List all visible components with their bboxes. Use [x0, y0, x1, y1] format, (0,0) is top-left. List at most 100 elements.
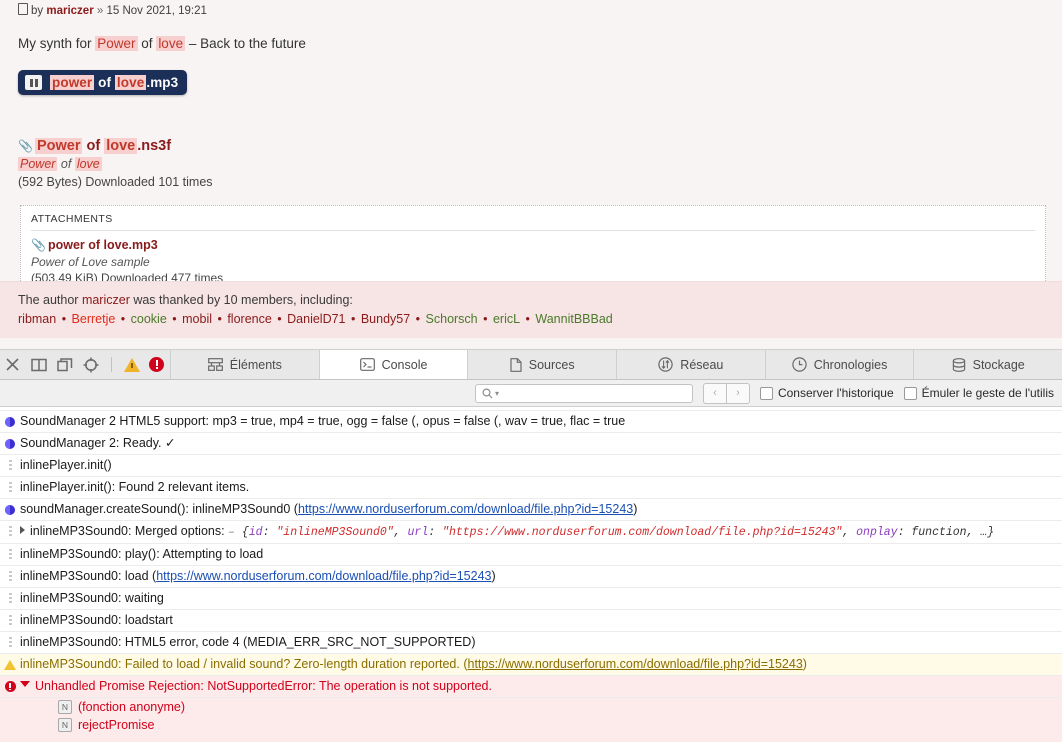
console-row[interactable]: inlineMP3Sound0: play(): Attempting to l…: [0, 544, 1062, 566]
tab-sources[interactable]: Sources: [467, 350, 617, 379]
console-message-text: ): [802, 657, 807, 671]
post-highlight-power: Power: [95, 36, 138, 51]
storage-icon: [952, 357, 966, 372]
console-row[interactable]: inlinePlayer.init(): [0, 455, 1062, 477]
elements-icon: [207, 358, 223, 371]
tab-lments[interactable]: Éléments: [170, 350, 319, 379]
dock-bottom-icon[interactable]: [56, 356, 73, 373]
thanks-separator: •: [479, 312, 491, 326]
console-row[interactable]: Unhandled Promise Rejection: NotSupporte…: [0, 676, 1062, 698]
console-url-link[interactable]: https://www.norduserforum.com/download/f…: [468, 657, 803, 671]
row-gutter: [0, 610, 20, 631]
tab-chronologies[interactable]: Chronologies: [764, 350, 914, 379]
console-row[interactable]: inlineMP3Sound0: Failed to load / invali…: [0, 654, 1062, 676]
stack-frame-row[interactable]: NrejectPromise: [0, 716, 1062, 734]
inline-comment-hl-love: love: [74, 157, 102, 171]
tab-stockage[interactable]: Stockage: [913, 350, 1062, 379]
sources-icon: [510, 357, 522, 372]
attachment-filename-text: power of love.mp3: [47, 238, 158, 252]
console-message-text: inlineMP3Sound0: waiting: [20, 591, 164, 605]
warning-count-icon[interactable]: [124, 357, 140, 372]
console-message: soundManager.createSound(): inlineMP3Sou…: [20, 499, 647, 520]
player-highlight-love: love: [114, 75, 147, 90]
row-gutter: [0, 588, 20, 609]
dock-right-icon[interactable]: [30, 356, 47, 373]
console-message: inlineMP3Sound0: Merged options: – {id: …: [20, 521, 1004, 543]
console-row[interactable]: SoundManager 2: Ready. ✓: [0, 433, 1062, 455]
tab-label: Éléments: [229, 357, 282, 372]
inline-attachment-hl-love: love: [104, 138, 138, 154]
inline-attachment-meta: (592 Bytes) Downloaded 101 times: [18, 175, 213, 189]
console-row[interactable]: inlineMP3Sound0: Merged options: – {id: …: [0, 521, 1062, 544]
post-by-label: by: [31, 5, 44, 17]
thanks-member-link[interactable]: Schorsch: [426, 312, 478, 326]
post-highlight-love: love: [156, 36, 186, 51]
thanks-member-link[interactable]: florence: [227, 312, 271, 326]
info-icon: [5, 416, 15, 427]
web-inspector: Éléments Console Sources Réseau Chronologies…: [0, 350, 1062, 749]
console-url-link[interactable]: https://www.norduserforum.com/download/f…: [156, 569, 491, 583]
player-track-title: power of love .mp3: [50, 75, 178, 90]
console-message-text: inlineMP3Sound0: HTML5 error, code 4 (ME…: [20, 635, 476, 649]
thanks-member-link[interactable]: WannitBBBad: [535, 312, 612, 326]
search-prev-button[interactable]: ‹: [702, 382, 726, 404]
post-text-mid: of: [137, 36, 157, 51]
thanks-member-link[interactable]: DanielD71: [287, 312, 345, 326]
thanks-member-link[interactable]: Bundy57: [361, 312, 410, 326]
console-message-text: ): [633, 502, 638, 516]
thanks-member-link[interactable]: cookie: [131, 312, 167, 326]
tab-rseau[interactable]: Réseau: [616, 350, 765, 379]
log-icon: [8, 637, 12, 648]
collapse-triangle-icon[interactable]: [20, 681, 30, 687]
thanks-member-link[interactable]: ericL: [493, 312, 520, 326]
console-row[interactable]: inlineMP3Sound0: HTML5 error, code 4 (ME…: [0, 632, 1062, 654]
tab-console[interactable]: Console: [318, 350, 468, 379]
expand-triangle-icon[interactable]: [20, 526, 25, 534]
thanks-member-link[interactable]: mobil: [182, 312, 212, 326]
row-gutter: [0, 521, 20, 542]
console-message: SoundManager 2 HTML5 support: mp3 = true…: [20, 411, 635, 432]
search-next-button[interactable]: ›: [725, 382, 750, 404]
post-author-link[interactable]: mariczer: [46, 5, 93, 17]
console-row[interactable]: inlineMP3Sound0: load (https://www.nordu…: [0, 566, 1062, 588]
warning-icon: [4, 659, 16, 670]
preserve-log-checkbox[interactable]: Conserver l'historique: [759, 386, 894, 400]
emulate-gesture-label: Émuler le geste de l'utilis: [921, 386, 1054, 400]
post-date: 15 Nov 2021, 19:21: [106, 5, 207, 17]
pause-icon[interactable]: [25, 75, 42, 90]
stack-frame-row[interactable]: N (fonction anonyme): [0, 698, 1062, 716]
log-icon: [8, 460, 12, 471]
search-input[interactable]: ▾: [474, 383, 693, 403]
console-row[interactable]: SoundManager 2 HTML5 support: mp3 = true…: [0, 411, 1062, 433]
info-icon: [5, 438, 15, 449]
post-body-text: My synth for Power of love – Back to the…: [18, 35, 1044, 53]
console-filter-bar: ▾ ‹ › Conserver l'historique Émuler le g…: [0, 380, 1062, 407]
console-message: inlineMP3Sound0: waiting: [20, 588, 174, 609]
thanks-separator: •: [522, 312, 534, 326]
console-message: inlineMP3Sound0: loadstart: [20, 610, 183, 631]
console-row[interactable]: inlineMP3Sound0: waiting: [0, 588, 1062, 610]
thanks-separator: •: [214, 312, 226, 326]
emulate-gesture-checkbox[interactable]: Émuler le geste de l'utilis: [903, 386, 1054, 400]
thanks-member-link[interactable]: ribman: [18, 312, 56, 326]
tab-label: Sources: [528, 357, 575, 372]
inline-audio-player[interactable]: power of love .mp3: [18, 70, 188, 95]
console-row[interactable]: soundManager.createSound(): inlineMP3Sou…: [0, 499, 1062, 521]
console-url-link[interactable]: https://www.norduserforum.com/download/f…: [298, 502, 633, 516]
console-row[interactable]: inlinePlayer.init(): Found 2 relevant it…: [0, 477, 1062, 499]
thanks-member-link[interactable]: Berretje: [72, 312, 116, 326]
checkbox-box[interactable]: [903, 386, 917, 400]
row-gutter: [0, 433, 20, 454]
console-row[interactable]: inlineMP3Sound0: loadstart: [0, 610, 1062, 632]
close-icon[interactable]: [4, 356, 21, 373]
console-message-text: inlinePlayer.init(): [20, 458, 112, 472]
log-icon: [8, 615, 12, 626]
attachment-filename-link[interactable]: 📎 power of love.mp3: [31, 237, 1035, 254]
console-message-list[interactable]: SoundManager 2 HTML5 support: mp3 = true…: [0, 407, 1062, 749]
checkbox-box[interactable]: [759, 386, 773, 400]
error-count-icon[interactable]: [149, 357, 164, 372]
inspect-element-icon[interactable]: [82, 356, 99, 373]
thanks-author[interactable]: mariczer: [82, 293, 130, 307]
thanks-member-list: ribman • Berretje • cookie • mobil • flo…: [18, 310, 1044, 328]
inline-attachment-filename[interactable]: 📎 Power of love .ns3f: [18, 137, 1044, 155]
